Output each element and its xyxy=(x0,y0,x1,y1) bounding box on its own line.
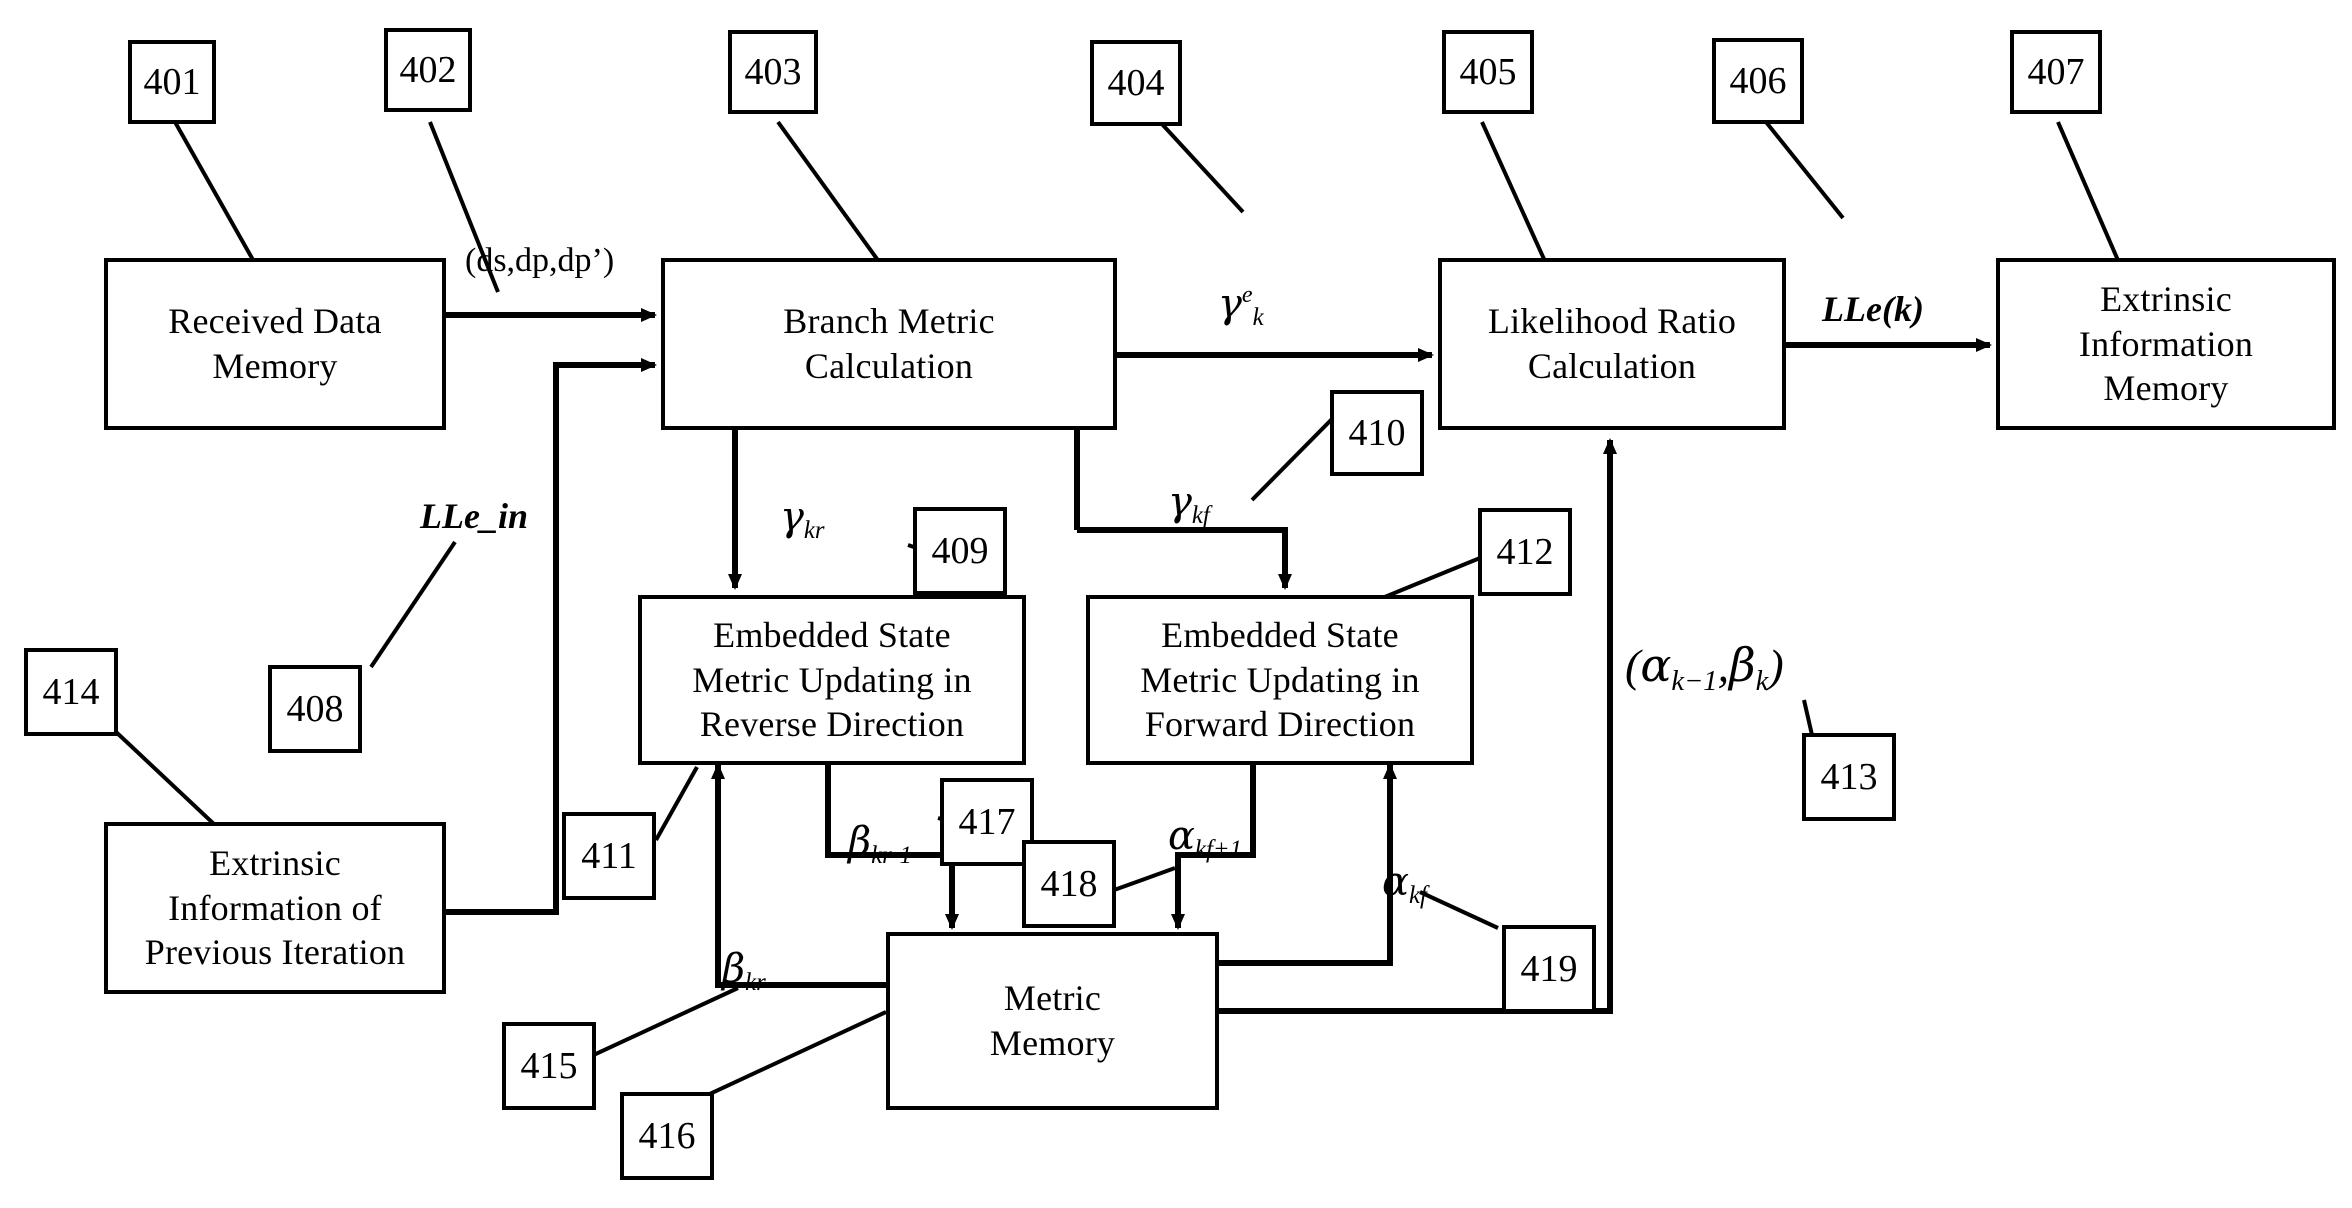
signal-label-gamma-kr: γkr xyxy=(780,494,825,544)
signal-label-lle-k: LLe(k) xyxy=(1822,289,1924,329)
ref-numeral-414-label: 414 xyxy=(42,671,100,713)
block-branch-metric-calculation[interactable]: Branch Metric Calculation xyxy=(661,258,1117,430)
ref-numeral-413-label: 413 xyxy=(1820,756,1878,798)
block-esmu-reverse[interactable]: Embedded State Metric Updating in Revers… xyxy=(638,595,1026,765)
ref-numeral-401-label: 401 xyxy=(143,61,201,103)
signal-label-ds-dp-dpp: (ds,dp,dp’) xyxy=(465,242,615,279)
ref-numeral-412-label: 412 xyxy=(1496,531,1554,573)
leader-408 xyxy=(369,540,457,669)
leader-419 xyxy=(1419,890,1499,930)
ref-numeral-402[interactable]: 402 xyxy=(384,28,472,112)
signal-label-gamma-kf: γkf xyxy=(1168,479,1210,529)
ref-numeral-418[interactable]: 418 xyxy=(1022,840,1116,928)
ref-numeral-405-label: 405 xyxy=(1459,51,1517,93)
block-esmu-forward[interactable]: Embedded State Metric Updating in Forwar… xyxy=(1086,595,1474,765)
ref-numeral-403[interactable]: 403 xyxy=(728,30,818,114)
leader-411 xyxy=(654,766,699,841)
ref-numeral-415[interactable]: 415 xyxy=(502,1022,596,1110)
ref-numeral-419-label: 419 xyxy=(1520,948,1578,990)
signal-label-beta-kr-minus-1: βkr-1 xyxy=(848,819,912,869)
ref-numeral-412[interactable]: 412 xyxy=(1478,508,1572,596)
ref-numeral-402-label: 402 xyxy=(399,49,457,91)
wire-gammakf-to-esmu-forward xyxy=(1077,527,1292,590)
ref-numeral-409-label: 409 xyxy=(931,530,989,572)
block-likelihood-ratio-calculation[interactable]: Likelihood Ratio Calculation xyxy=(1438,258,1786,430)
block-label-metric-memory: Metric Memory xyxy=(989,978,1116,1063)
signal-label-beta-kr: βkr xyxy=(722,946,766,996)
ref-numeral-413[interactable]: 413 xyxy=(1802,733,1896,821)
ref-numeral-409[interactable]: 409 xyxy=(913,507,1007,595)
block-label-extrinsic-information-memory: Extrinsic Information Memory xyxy=(2078,279,2254,409)
block-extrinsic-info-previous-iteration[interactable]: Extrinsic Information of Previous Iterat… xyxy=(104,822,446,994)
ref-numeral-404-label: 404 xyxy=(1107,62,1165,104)
ref-numeral-410-label: 410 xyxy=(1348,412,1406,454)
ref-numeral-419[interactable]: 419 xyxy=(1502,925,1596,1013)
block-label-branch-metric-calculation: Branch Metric Calculation xyxy=(783,301,995,386)
ref-numeral-417-label: 417 xyxy=(958,801,1016,843)
ref-numeral-407-label: 407 xyxy=(2027,51,2085,93)
ref-numeral-416-label: 416 xyxy=(638,1115,696,1157)
ref-numeral-405[interactable]: 405 xyxy=(1442,30,1534,114)
ref-numeral-408-label: 408 xyxy=(286,688,344,730)
block-label-esmu-reverse: Embedded State Metric Updating in Revers… xyxy=(692,615,972,745)
ref-numeral-415-label: 415 xyxy=(520,1045,578,1087)
signal-label-lle-in: LLe_in xyxy=(420,496,528,536)
signal-label-alpha-kf: αkf xyxy=(1382,859,1427,909)
block-label-likelihood-ratio-calculation: Likelihood Ratio Calculation xyxy=(1487,301,1737,386)
signal-label-gamma-k-e: γek xyxy=(1218,281,1264,331)
block-label-esmu-forward: Embedded State Metric Updating in Forwar… xyxy=(1140,615,1420,745)
block-metric-memory[interactable]: Metric Memory xyxy=(886,932,1219,1110)
wire-alphakf-to-esmu-forward xyxy=(1219,763,1397,966)
ref-numeral-417[interactable]: 417 xyxy=(940,778,1034,866)
ref-numeral-410[interactable]: 410 xyxy=(1330,390,1424,476)
block-label-extrinsic-info-previous-iteration: Extrinsic Information of Previous Iterat… xyxy=(144,843,406,973)
ref-numeral-418-label: 418 xyxy=(1040,863,1098,905)
signal-label-alpha-kf-plus-1: αkf+1 xyxy=(1168,813,1243,863)
ref-numeral-406[interactable]: 406 xyxy=(1712,38,1804,124)
ref-numeral-408[interactable]: 408 xyxy=(268,665,362,753)
ref-numeral-416[interactable]: 416 xyxy=(620,1092,714,1180)
ref-numeral-411-label: 411 xyxy=(581,835,637,877)
ref-numeral-403-label: 403 xyxy=(744,51,802,93)
block-extrinsic-information-memory[interactable]: Extrinsic Information Memory xyxy=(1996,258,2336,430)
ref-numeral-411[interactable]: 411 xyxy=(562,812,656,900)
ref-numeral-401[interactable]: 401 xyxy=(128,40,216,124)
leader-410 xyxy=(1250,416,1335,502)
block-label-received-data-memory: Received Data Memory xyxy=(168,301,382,386)
ref-numeral-404[interactable]: 404 xyxy=(1090,40,1182,126)
patent-figure-canvas: Received Data Memory Branch Metric Calcu… xyxy=(0,0,2352,1208)
ref-numeral-407[interactable]: 407 xyxy=(2010,30,2102,114)
leader-415 xyxy=(571,986,739,1067)
ref-numeral-414[interactable]: 414 xyxy=(24,648,118,736)
ref-numeral-406-label: 406 xyxy=(1729,60,1787,102)
leader-406 xyxy=(1764,120,1845,220)
signal-label-alpha-beta-pair: (αk−1,βk) xyxy=(1625,638,1784,698)
block-received-data-memory[interactable]: Received Data Memory xyxy=(104,258,446,430)
